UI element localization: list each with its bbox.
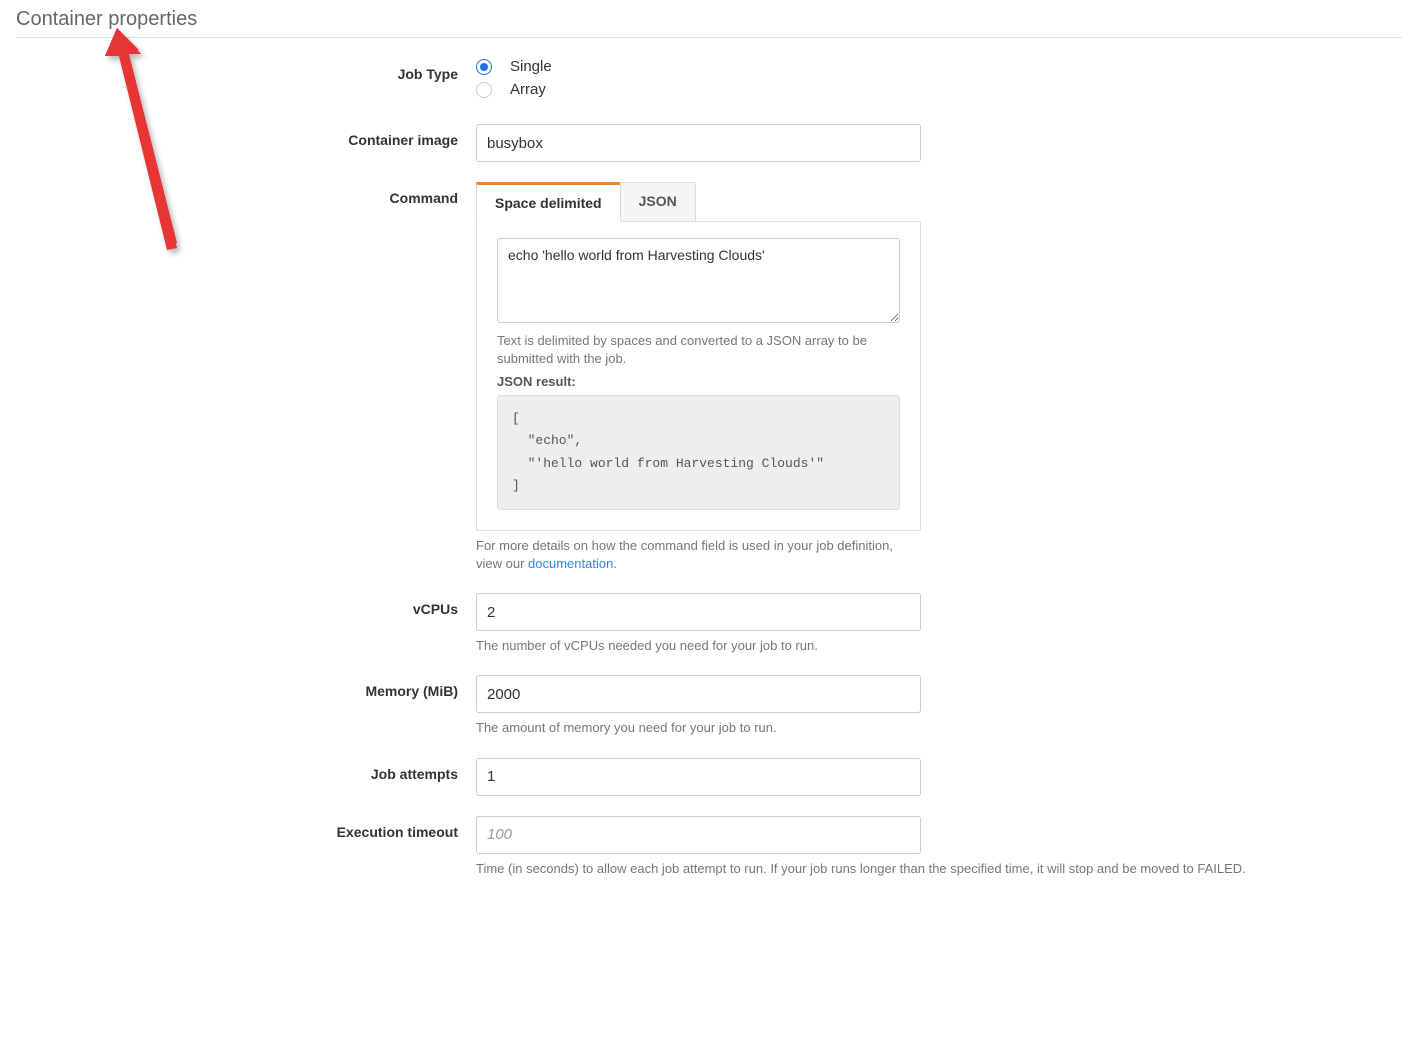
json-result-output: [ "echo", "'hello world from Harvesting …	[497, 395, 900, 509]
command-help-text: Text is delimited by spaces and converte…	[497, 332, 900, 368]
job-type-label: Job Type	[16, 58, 476, 82]
vcpus-help: The number of vCPUs needed you need for …	[476, 637, 921, 655]
documentation-link[interactable]: documentation	[528, 556, 613, 571]
job-attempts-label: Job attempts	[16, 758, 476, 782]
job-type-single-radio[interactable]: Single	[476, 58, 921, 75]
vcpus-label: vCPUs	[16, 593, 476, 617]
tab-json[interactable]: JSON	[620, 182, 696, 221]
execution-timeout-help: Time (in seconds) to allow each job atte…	[476, 860, 1276, 878]
memory-input[interactable]	[476, 675, 921, 713]
container-image-input[interactable]	[476, 124, 921, 162]
container-image-label: Container image	[16, 124, 476, 148]
execution-timeout-label: Execution timeout	[16, 816, 476, 840]
vcpus-input[interactable]	[476, 593, 921, 631]
job-type-array-label: Array	[510, 81, 546, 98]
job-type-single-label: Single	[510, 58, 552, 75]
job-attempts-input[interactable]	[476, 758, 921, 796]
command-footer-suffix: .	[613, 556, 617, 571]
memory-label: Memory (MiB)	[16, 675, 476, 699]
command-footer-help: For more details on how the command fiel…	[476, 537, 921, 573]
radio-unselected-icon	[476, 82, 492, 98]
job-type-array-radio[interactable]: Array	[476, 81, 921, 98]
section-title: Container properties	[16, 8, 1402, 38]
tab-space-delimited[interactable]: Space delimited	[476, 182, 621, 222]
execution-timeout-input[interactable]	[476, 816, 921, 854]
command-label: Command	[16, 182, 476, 206]
json-result-label: JSON result:	[497, 374, 900, 389]
command-textarea[interactable]	[497, 238, 900, 323]
radio-selected-icon	[476, 59, 492, 75]
memory-help: The amount of memory you need for your j…	[476, 719, 921, 737]
